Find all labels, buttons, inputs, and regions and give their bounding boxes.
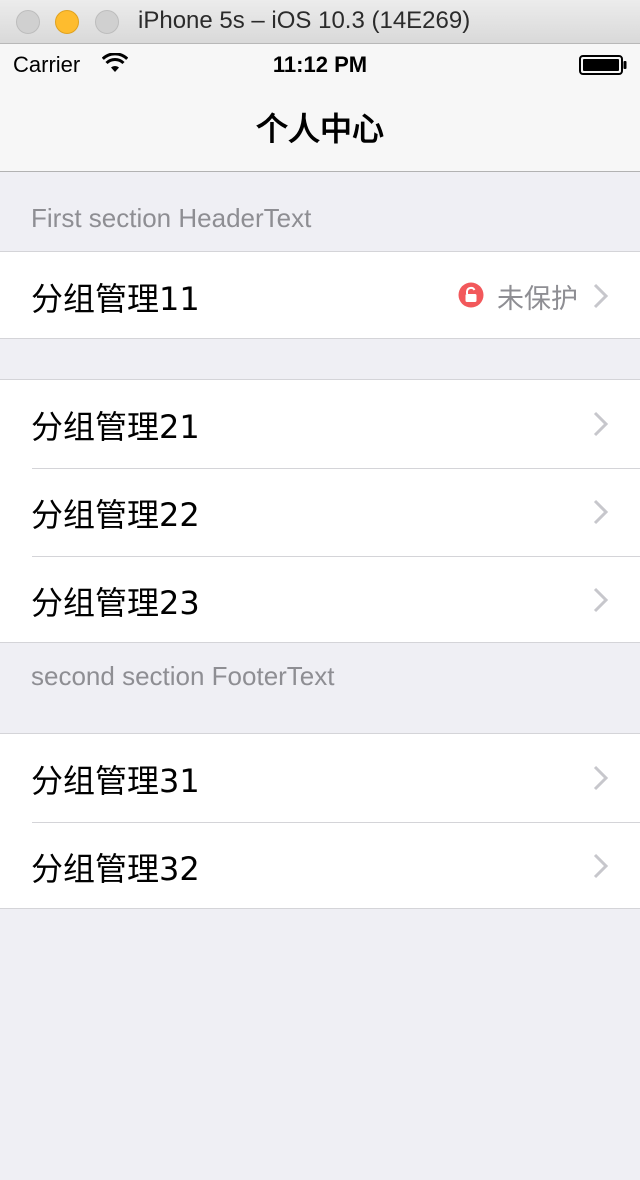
chevron-right-icon [593, 499, 609, 525]
row-label: 分组管理22 [31, 496, 200, 534]
simulator-title-bar: iPhone 5s – iOS 10.3 (14E269) [0, 0, 640, 44]
navigation-bar: 个人中心 [0, 84, 640, 172]
row-label: 分组管理23 [31, 584, 200, 622]
battery-icon [579, 55, 627, 75]
chevron-right-icon [593, 853, 609, 879]
chevron-right-icon [593, 765, 609, 791]
section-header-first: First section HeaderText [31, 203, 312, 233]
row-label: 分组管理31 [31, 762, 200, 800]
minimize-window-button[interactable] [55, 10, 79, 34]
status-bar: Carrier 11:12 PM [0, 44, 640, 84]
protection-status: 未保护 [497, 284, 578, 315]
chevron-right-icon [593, 283, 609, 309]
page-title: 个人中心 [255, 110, 384, 148]
status-time: 11:12 PM [272, 52, 368, 77]
table-row[interactable]: 分组管理11 未保护 [0, 252, 640, 340]
chevron-right-icon [593, 587, 609, 613]
section-group-third: 分组管理31 分组管理32 [0, 733, 640, 909]
zoom-window-button[interactable] [95, 10, 119, 34]
window-title: iPhone 5s – iOS 10.3 (14E269) [138, 7, 471, 34]
lock-icon [458, 282, 484, 308]
row-label: 分组管理21 [31, 408, 200, 446]
row-label: 分组管理11 [31, 280, 200, 318]
table-row[interactable]: 分组管理23 [0, 556, 640, 644]
chevron-right-icon [593, 411, 609, 437]
section-footer-second: second section FooterText [31, 661, 335, 691]
table-row[interactable]: 分组管理31 [0, 734, 640, 822]
close-window-button[interactable] [16, 10, 40, 34]
section-group-second: 分组管理21 分组管理22 分组管理23 [0, 379, 640, 643]
section-group-first: 分组管理11 未保护 [0, 251, 640, 339]
table-row[interactable]: 分组管理32 [0, 822, 640, 910]
table-row[interactable]: 分组管理21 [0, 380, 640, 468]
table-row[interactable]: 分组管理22 [0, 468, 640, 556]
row-label: 分组管理32 [31, 850, 200, 888]
